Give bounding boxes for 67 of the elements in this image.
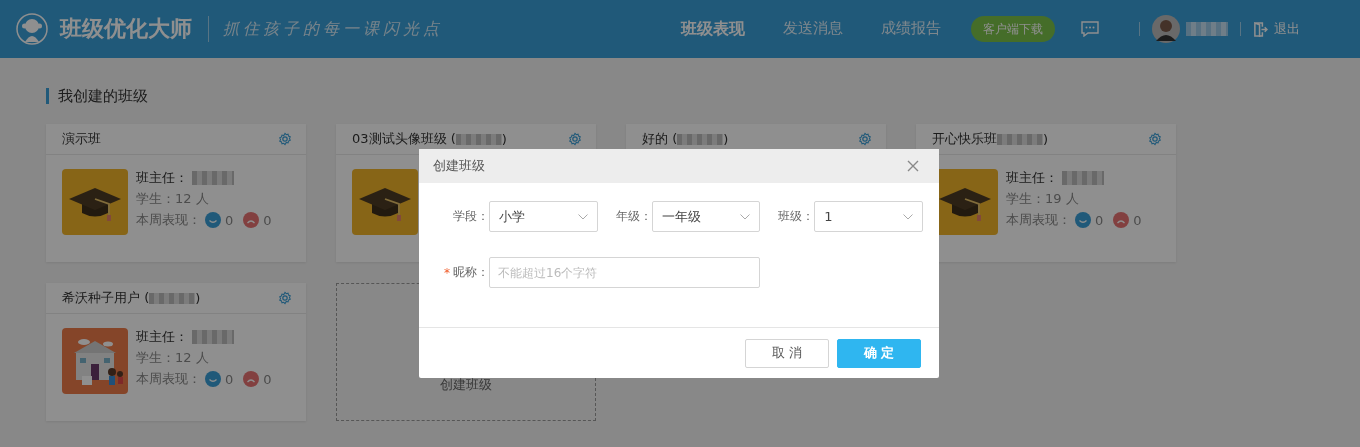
blurred-name [1062, 171, 1104, 185]
student-count: 学生：12 人 [136, 349, 210, 367]
dropdown[interactable]: 1 [814, 201, 923, 232]
student-count: 学生：12 人 [136, 190, 210, 208]
class-card[interactable]: 开心快乐班 ) 班主任： 学生：19 人 本周表现： 0 0 [916, 124, 1176, 262]
dropdown[interactable]: 一年级 [651, 201, 761, 232]
class-title-end: ) [501, 131, 507, 147]
cancel-button[interactable]: 取 消 [745, 338, 829, 368]
praise-count: 0 [225, 371, 234, 387]
class-card[interactable]: 希沃种子用户 ( ) 班主任： 学生：12 人 本周表现： 0 0 [46, 283, 306, 421]
field-label: 班级： [777, 208, 815, 225]
nickname-field[interactable]: 不能超过16个字符 [489, 257, 760, 288]
frown-icon [243, 371, 260, 387]
chevron-icon [740, 213, 751, 220]
weekly-label: 本周表现： [1006, 211, 1071, 229]
settings-icon[interactable] [568, 132, 582, 146]
class-title-end: ) [195, 290, 201, 306]
weekly-label: 本周表现： [136, 370, 201, 388]
brand-name: 班级优化大师 [60, 15, 192, 43]
criticism-count: 0 [263, 371, 272, 387]
exit-icon [1253, 21, 1268, 37]
smile-icon [205, 371, 221, 387]
praise-count: 0 [1095, 212, 1104, 228]
avatar[interactable] [1152, 15, 1180, 43]
teacher-label: 班主任： [136, 328, 188, 346]
field-label: 昵称： [453, 264, 489, 281]
class-title: 演示班 [62, 130, 101, 148]
field-label: 年级： [614, 208, 652, 225]
weekly-label: 本周表现： [136, 211, 201, 229]
blurred-name [192, 330, 234, 344]
class-title: 开心快乐班 [932, 130, 997, 148]
teacher-label: 班主任： [1006, 169, 1058, 187]
graduation-cap-icon [352, 169, 418, 235]
field-label: 学段： [451, 208, 489, 225]
frown-icon [243, 212, 260, 228]
blurred-name [1186, 22, 1228, 36]
class-title-end: ) [723, 131, 729, 147]
section-title: 我创建的班级 [46, 88, 1314, 104]
praise-count: 0 [225, 212, 234, 228]
class-card[interactable]: 演示班 班主任： 学生：12 人 本周表现： 0 0 [46, 124, 306, 262]
class-title: 03测试头像班级 ( [352, 130, 456, 148]
criticism-count: 0 [263, 212, 272, 228]
settings-icon[interactable] [278, 132, 292, 146]
logo-icon [16, 13, 48, 45]
required-mark: * [444, 265, 450, 280]
chevron-icon [903, 213, 913, 220]
criticism-count: 0 [1133, 212, 1142, 228]
message-icon[interactable] [1081, 21, 1099, 37]
settings-icon[interactable] [278, 291, 292, 305]
chevron-icon [577, 213, 588, 220]
add-class-label: 创建班级 [440, 376, 492, 394]
class-title: 好的 ( [642, 130, 678, 148]
smile-icon [1075, 212, 1091, 228]
frown-icon [1113, 212, 1130, 228]
dropdown[interactable]: 小学 [488, 201, 598, 232]
graduation-cap-icon [62, 169, 128, 235]
blurred-name [192, 171, 234, 185]
close-icon[interactable] [907, 160, 919, 172]
settings-icon[interactable] [1148, 132, 1162, 146]
dialog-title: 创建班级 [433, 157, 485, 175]
class-title: 希沃种子用户 ( [62, 289, 150, 307]
teacher-label: 班主任： [136, 169, 188, 187]
settings-icon[interactable] [858, 132, 872, 146]
slogan: 抓住孩子的每一课闪光点 [223, 18, 443, 40]
class-title-end: ) [1043, 131, 1049, 147]
student-count: 学生：19 人 [1006, 190, 1080, 208]
smile-icon [205, 212, 221, 228]
